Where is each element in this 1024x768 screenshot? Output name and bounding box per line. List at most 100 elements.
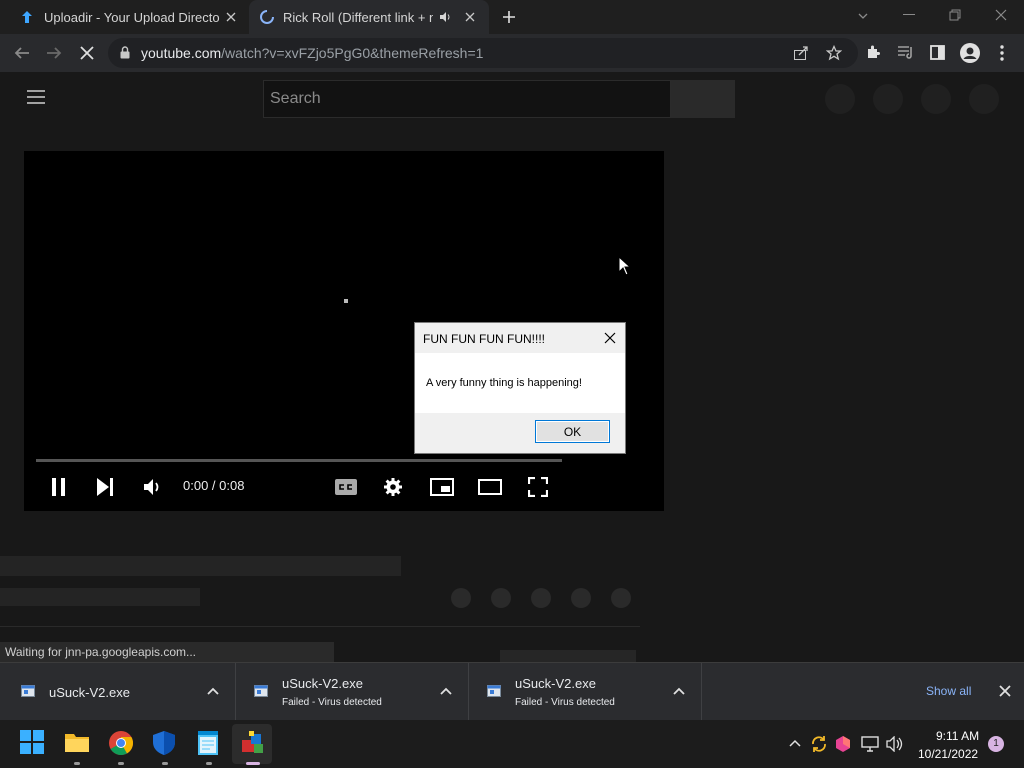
hamburger-menu-icon[interactable] xyxy=(27,90,45,104)
placeholder-circle xyxy=(825,84,855,114)
theater-mode-icon[interactable] xyxy=(478,479,502,495)
upload-arrow-icon xyxy=(20,10,34,24)
miniplayer-icon[interactable] xyxy=(430,478,454,496)
speaker-icon[interactable] xyxy=(439,11,451,23)
chrome-icon[interactable] xyxy=(108,730,134,756)
progress-bar[interactable] xyxy=(36,459,562,462)
download-filename: uSuck-V2.exe xyxy=(49,685,130,700)
fullscreen-icon[interactable] xyxy=(528,477,548,497)
sync-icon[interactable] xyxy=(810,735,828,753)
next-icon[interactable] xyxy=(96,478,115,496)
title-placeholder xyxy=(0,556,401,576)
chevron-up-icon[interactable] xyxy=(440,687,452,695)
clock-date[interactable]: 10/21/2022 xyxy=(918,747,978,761)
windows-taskbar: 9:11 AM 10/21/2022 1 xyxy=(0,720,1024,768)
mouse-cursor-icon xyxy=(618,256,631,276)
exe-file-icon xyxy=(487,685,501,697)
notepad-icon[interactable] xyxy=(197,730,223,756)
search-button[interactable] xyxy=(671,80,735,118)
network-icon[interactable] xyxy=(861,736,879,752)
tab-search-icon[interactable] xyxy=(857,10,869,22)
loading-spinner-icon xyxy=(259,9,275,25)
back-arrow-icon[interactable] xyxy=(13,44,31,62)
divider-line xyxy=(0,626,640,627)
channel-placeholder xyxy=(0,588,200,606)
running-indicator xyxy=(162,762,168,765)
placeholder-circle xyxy=(921,84,951,114)
side-panel-icon[interactable] xyxy=(930,45,945,60)
url-text: youtube.com/watch?v=xvFZjo5PgG0&themeRef… xyxy=(141,45,484,61)
browser-toolbar: youtube.com/watch?v=xvFZjo5PgG0&themeRef… xyxy=(0,34,1024,72)
forward-arrow-icon[interactable] xyxy=(45,44,63,62)
tab-title: Uploadir - Your Upload Directory xyxy=(44,9,220,25)
download-shelf: uSuck-V2.exe uSuck-V2.exe Failed - Virus… xyxy=(0,662,1024,721)
download-status: Failed - Virus detected xyxy=(282,697,382,708)
settings-gear-icon[interactable] xyxy=(383,477,403,497)
dialog-title: FUN FUN FUN FUN!!!! xyxy=(423,332,545,346)
exe-file-icon xyxy=(254,685,268,697)
download-filename: uSuck-V2.exe xyxy=(515,676,596,691)
malware-app-icon[interactable] xyxy=(240,730,266,756)
status-bar: Waiting for jnn-pa.googleapis.com... xyxy=(0,642,334,662)
dialog-message: A very funny thing is happening! xyxy=(426,377,582,389)
new-tab-button[interactable] xyxy=(501,9,517,25)
comment-placeholder xyxy=(500,650,636,662)
tab-rick-roll[interactable]: Rick Roll (Different link + no xyxy=(249,0,489,34)
minimize-button[interactable] xyxy=(903,14,915,16)
ok-button[interactable]: OK xyxy=(535,420,610,443)
download-filename: uSuck-V2.exe xyxy=(282,676,363,691)
tab-title: Rick Roll (Different link + no xyxy=(283,9,433,25)
download-status: Failed - Virus detected xyxy=(515,697,615,708)
tab-close-icon[interactable] xyxy=(465,12,475,22)
restore-button[interactable] xyxy=(949,9,961,21)
windows-security-icon[interactable] xyxy=(152,730,178,756)
show-all-link[interactable]: Show all xyxy=(926,684,971,698)
bookmark-star-icon[interactable] xyxy=(826,45,842,61)
time-display: 0:00 / 0:08 xyxy=(183,478,245,493)
running-indicator xyxy=(118,762,124,765)
app-tray-icon[interactable] xyxy=(835,735,851,753)
pause-icon[interactable] xyxy=(51,478,67,496)
search-input[interactable]: Search xyxy=(263,80,671,118)
message-box-dialog: FUN FUN FUN FUN!!!! A very funny thing i… xyxy=(414,322,626,454)
placeholder-dot xyxy=(611,588,631,608)
windows-start-icon[interactable] xyxy=(20,730,46,756)
media-control-icon[interactable] xyxy=(897,44,915,61)
tray-chevron-up-icon[interactable] xyxy=(789,739,801,747)
clock-time[interactable]: 9:11 AM xyxy=(936,729,979,743)
close-icon[interactable] xyxy=(601,329,619,347)
share-icon[interactable] xyxy=(793,45,809,61)
placeholder-dot xyxy=(571,588,591,608)
close-window-button[interactable] xyxy=(995,9,1007,21)
download-item[interactable]: uSuck-V2.exe xyxy=(0,663,236,721)
running-indicator xyxy=(206,762,212,765)
volume-icon[interactable] xyxy=(143,478,163,496)
closed-captions-icon[interactable] xyxy=(335,479,357,495)
notification-badge[interactable]: 1 xyxy=(988,736,1004,752)
lock-icon[interactable] xyxy=(120,46,130,59)
placeholder-dot xyxy=(491,588,511,608)
placeholder-circle xyxy=(873,84,903,114)
running-indicator xyxy=(246,762,260,765)
download-item[interactable]: uSuck-V2.exe Failed - Virus detected xyxy=(469,663,702,721)
placeholder-dot xyxy=(451,588,471,608)
chevron-up-icon[interactable] xyxy=(207,687,219,695)
tab-close-icon[interactable] xyxy=(226,12,236,22)
tab-strip: Uploadir - Your Upload Directory Rick Ro… xyxy=(0,0,1024,34)
dialog-body: A very funny thing is happening! xyxy=(415,353,625,413)
tab-uploadir[interactable]: Uploadir - Your Upload Directory xyxy=(10,0,246,34)
close-shelf-icon[interactable] xyxy=(999,685,1011,697)
volume-tray-icon[interactable] xyxy=(886,736,904,752)
menu-kebab-icon[interactable] xyxy=(999,44,1005,62)
chevron-up-icon[interactable] xyxy=(673,687,685,695)
search-placeholder: Search xyxy=(270,90,321,107)
address-bar[interactable]: youtube.com/watch?v=xvFZjo5PgG0&themeRef… xyxy=(108,38,858,68)
exe-file-icon xyxy=(21,685,35,697)
profile-avatar-icon[interactable] xyxy=(960,43,980,63)
stop-loading-icon[interactable] xyxy=(78,44,96,62)
running-indicator xyxy=(74,762,80,765)
placeholder-circle xyxy=(969,84,999,114)
extensions-puzzle-icon[interactable] xyxy=(865,44,882,61)
file-explorer-icon[interactable] xyxy=(64,730,90,756)
download-item[interactable]: uSuck-V2.exe Failed - Virus detected xyxy=(236,663,469,721)
